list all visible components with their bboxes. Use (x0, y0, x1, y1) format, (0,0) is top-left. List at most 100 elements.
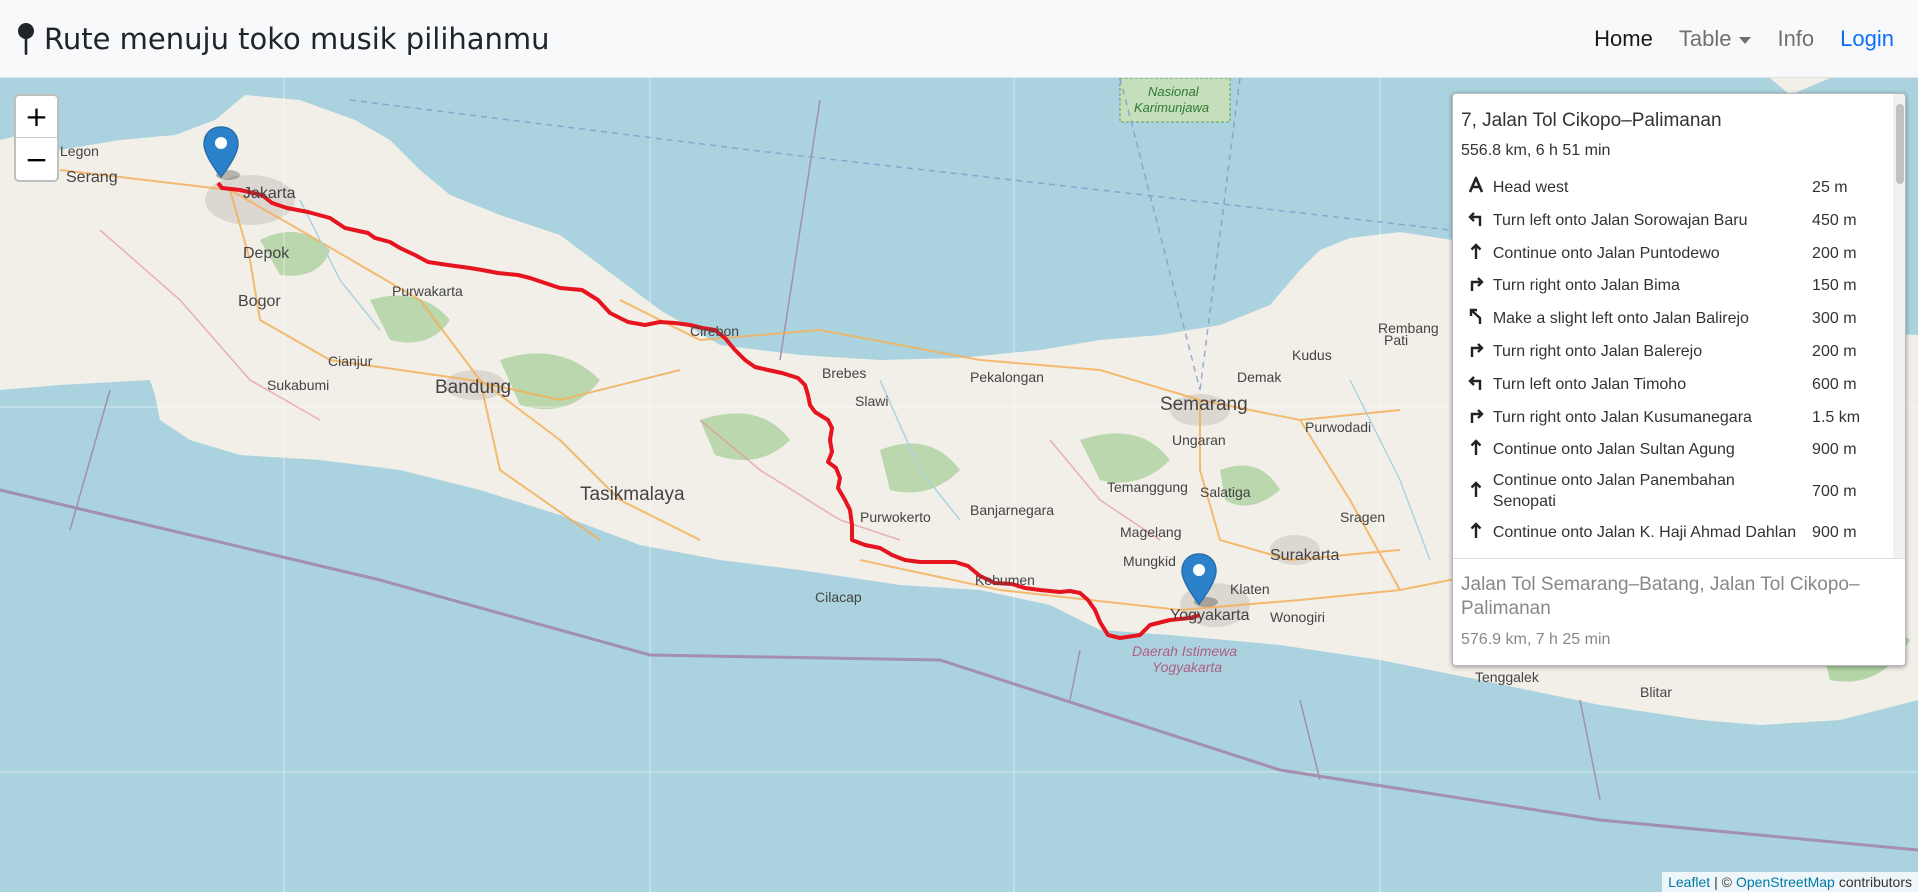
place-label: Kudus (1292, 347, 1332, 363)
instruction-distance: 700 m (1812, 482, 1857, 500)
place-label: Mungkid (1123, 553, 1176, 569)
instruction-text: Continue onto Jalan Panembahan Senopati (1492, 472, 1735, 510)
leaflet-link[interactable]: Leaflet (1668, 874, 1710, 890)
nav-home[interactable]: Home (1594, 26, 1653, 52)
nav-info[interactable]: Info (1777, 26, 1814, 52)
place-label: Bogor (238, 293, 281, 310)
route-title: Jalan Tol Semarang–Batang, Jalan Tol Cik… (1461, 574, 1860, 619)
place-label: Rembang (1378, 320, 1439, 336)
turn-right-icon (1461, 402, 1491, 435)
place-label: Blitar (1640, 684, 1672, 700)
start-marker[interactable] (202, 125, 240, 183)
instruction-text: Turn right onto Jalan Bima (1492, 277, 1680, 295)
place-label: Kebumen (975, 572, 1035, 588)
nav-login[interactable]: Login (1840, 26, 1894, 52)
place-label: Sukabumi (267, 377, 329, 393)
instruction-row[interactable]: Turn left onto Jalan Sorowajan Baru 450 m (1461, 205, 1885, 238)
instruction-row[interactable]: Turn right onto Jalan Balerejo 200 m (1461, 336, 1885, 369)
straight-icon (1461, 434, 1491, 467)
place-label: Brebes (822, 365, 866, 381)
turn-right-icon (1461, 270, 1491, 303)
place-label: Cianjur (328, 353, 373, 369)
instructions-table: Head west 25 m Turn left onto Jalan Sorowa… (1461, 172, 1885, 550)
instructions-scrollbar[interactable] (1893, 94, 1905, 558)
osm-link[interactable]: OpenStreetMap (1736, 874, 1835, 890)
navbar-brand[interactable]: Rute menuju toko musik pilihanmu (16, 18, 550, 60)
instruction-text: Turn right onto Jalan Balerejo (1492, 342, 1703, 360)
instruction-distance: 200 m (1812, 244, 1857, 262)
place-label: Bandung (435, 377, 511, 398)
place-label: Salatiga (1200, 484, 1251, 500)
place-label: Cilacap (815, 589, 862, 605)
turn-right-icon (1461, 336, 1491, 369)
route-alternative-secondary[interactable]: Jalan Tol Semarang–Batang, Jalan Tol Cik… (1453, 558, 1905, 665)
brand-title: Rute menuju toko musik pilihanmu (44, 22, 550, 56)
map-attribution: Leaflet | © OpenStreetMap contributors (1662, 872, 1918, 892)
place-label: Magelang (1120, 524, 1182, 540)
map-pin-icon (18, 23, 34, 55)
slight-left-icon (1461, 303, 1491, 336)
instruction-distance: 600 m (1812, 375, 1857, 393)
destination-marker[interactable] (1180, 552, 1218, 610)
instruction-distance: 900 m (1812, 441, 1857, 459)
instruction-row[interactable]: Continue onto Jalan Panembahan Senopati 7… (1461, 467, 1885, 517)
route-alternative-primary[interactable]: 7, Jalan Tol Cikopo–Palimanan 556.8 km, … (1453, 94, 1893, 558)
route-summary: 556.8 km, 6 h 51 min (1461, 142, 1611, 159)
instruction-row[interactable]: Head west 25 m (1461, 172, 1885, 205)
place-label: Demak (1237, 369, 1282, 385)
place-label: Depok (243, 245, 290, 262)
place-label: Slawi (855, 393, 888, 409)
caret-down-icon (1739, 36, 1752, 44)
place-label: Jakarta (243, 185, 296, 202)
place-label: Cirebon (690, 323, 739, 339)
instruction-distance: 200 m (1812, 342, 1857, 360)
straight-icon (1461, 517, 1491, 550)
straight-icon (1461, 467, 1491, 517)
instruction-distance: 150 m (1812, 277, 1857, 295)
place-label: Legon (60, 143, 99, 159)
instruction-distance: 1.5 km (1812, 408, 1861, 426)
place-label: Wonogiri (1270, 609, 1325, 625)
place-label: Pekalongan (970, 369, 1044, 385)
turn-left-icon (1461, 369, 1491, 402)
instruction-row[interactable]: Continue onto Jalan K. Haji Ahmad Dahlan… (1461, 517, 1885, 550)
place-label: Temanggung (1107, 479, 1188, 495)
instruction-row[interactable]: Turn left onto Jalan Timoho 600 m (1461, 369, 1885, 402)
instruction-text: Turn left onto Jalan Timoho (1492, 375, 1687, 393)
instruction-text: Turn right onto Jalan Kusumanegara (1492, 408, 1752, 426)
attribution-separator: | © (1714, 874, 1732, 890)
navbar: Rute menuju toko musik pilihanmu Home Ta… (0, 0, 1918, 78)
instruction-row[interactable]: Make a slight left onto Jalan Balirejo 30… (1461, 303, 1885, 336)
instruction-row[interactable]: Continue onto Jalan Puntodewo 200 m (1461, 238, 1885, 271)
route-summary: 576.9 km, 7 h 25 min (1461, 630, 1611, 648)
place-label: Sragen (1340, 509, 1385, 525)
nav-table-label: Table (1678, 26, 1732, 51)
place-label: Purwodadi (1305, 419, 1371, 435)
nav-menu: Home Table Info Login (1594, 0, 1894, 78)
zoom-in-button[interactable]: + (16, 96, 57, 138)
straight-icon (1461, 238, 1491, 271)
instruction-text: Continue onto Jalan K. Haji Ahmad Dahlan (1492, 523, 1797, 541)
place-label: Tenggalek (1475, 669, 1540, 685)
instruction-text: Head west (1492, 179, 1569, 196)
instruction-text: Continue onto Jalan Sultan Agung (1492, 441, 1735, 459)
instruction-row[interactable]: Turn right onto Jalan Kusumanegara 1.5 km (1461, 402, 1885, 435)
place-label: Banjarnegara (970, 502, 1054, 518)
instruction-text: Turn left onto Jalan Sorowajan Baru (1492, 211, 1748, 229)
depart-icon (1461, 172, 1491, 205)
zoom-out-button[interactable]: − (16, 138, 57, 180)
place-label: Serang (66, 169, 118, 186)
instruction-distance: 900 m (1812, 523, 1857, 541)
instruction-distance: 25 m (1812, 179, 1848, 196)
route-title: 7, Jalan Tol Cikopo–Palimanan (1461, 110, 1722, 131)
instruction-text: Continue onto Jalan Puntodewo (1492, 244, 1720, 262)
instruction-text: Make a slight left onto Jalan Balirejo (1492, 310, 1749, 328)
place-label: Ungaran (1172, 432, 1226, 448)
scrollbar-thumb[interactable] (1896, 104, 1904, 184)
place-label: Tasikmalaya (580, 484, 685, 505)
routing-panel: 7, Jalan Tol Cikopo–Palimanan 556.8 km, … (1452, 93, 1906, 666)
instruction-row[interactable]: Continue onto Jalan Sultan Agung 900 m (1461, 434, 1885, 467)
nav-table-dropdown[interactable]: Table (1679, 26, 1752, 52)
instruction-row[interactable]: Turn right onto Jalan Bima 150 m (1461, 270, 1885, 303)
place-label: Purwakarta (392, 283, 463, 299)
